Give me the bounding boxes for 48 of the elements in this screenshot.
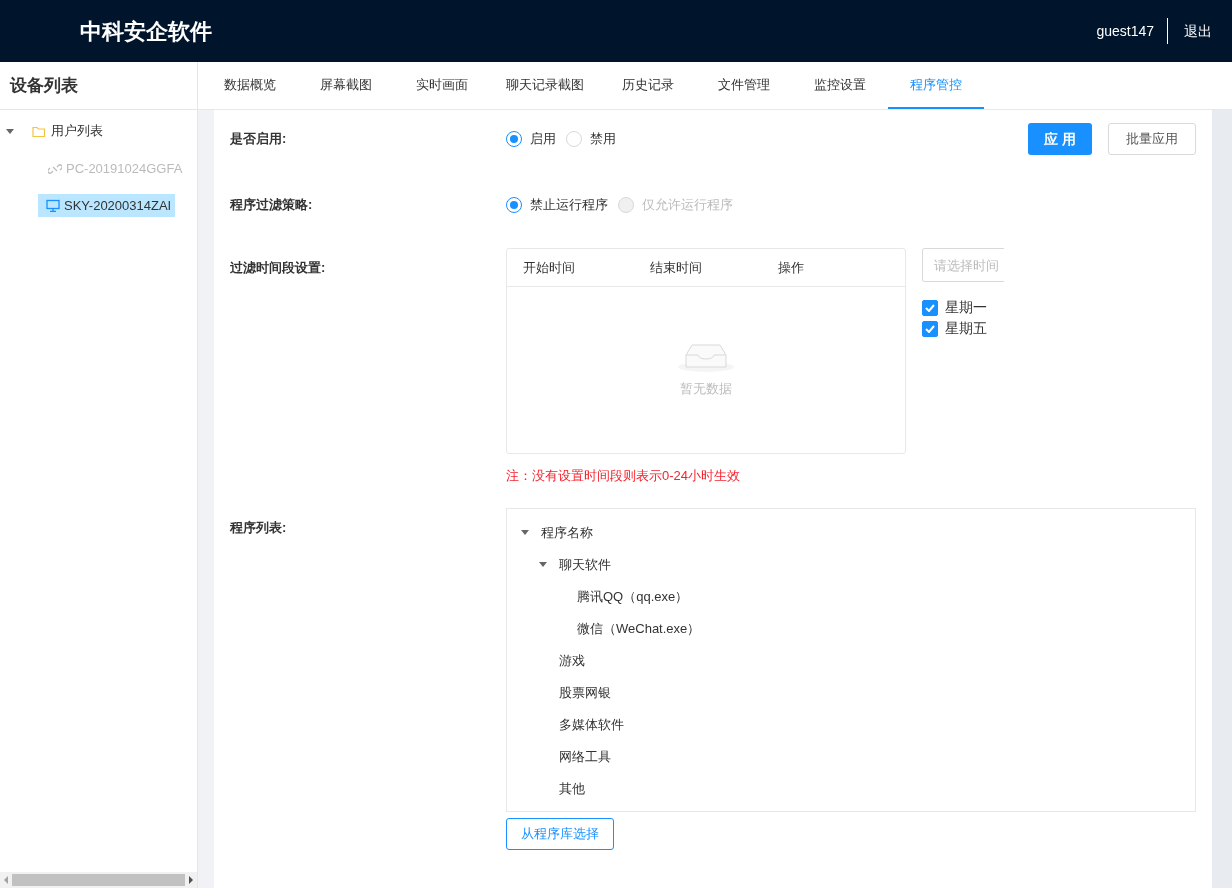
tab[interactable]: 屏幕截图	[298, 62, 394, 109]
checkmark-icon	[925, 303, 935, 312]
unlinked-icon	[48, 161, 62, 176]
app-title: 中科安企软件	[80, 17, 212, 46]
checkmark-icon	[925, 324, 935, 333]
column-header: 结束时间	[650, 258, 704, 277]
tree-item[interactable]: 程序名称	[541, 522, 593, 543]
tab[interactable]: 历史记录	[600, 62, 696, 109]
column-header: 开始时间	[523, 258, 576, 277]
folder-icon	[32, 124, 46, 138]
radio-option[interactable]: 禁止运行程序	[506, 195, 608, 215]
field-label: 过滤时间段设置:	[230, 259, 327, 277]
note-text: 注：没有设置时间段则表示0-24小时生效	[506, 467, 742, 485]
username: guest147	[1096, 18, 1168, 44]
tree-item[interactable]: 腾讯QQ（qq.exe）	[577, 586, 689, 607]
tree-item[interactable]: 微信（WeChat.exe）	[577, 618, 701, 639]
tree-item[interactable]: 多媒体软件	[559, 714, 624, 735]
tree-item[interactable]: 聊天软件	[559, 554, 611, 575]
tab[interactable]: 数据概览	[202, 62, 298, 109]
horizontal-scrollbar[interactable]	[0, 872, 197, 888]
device-item[interactable]: SKY-20200314ZAI	[38, 193, 176, 217]
batch-apply-button[interactable]: 批量应用	[1108, 123, 1196, 155]
sidebar-title: 设备列表	[0, 62, 197, 110]
tab[interactable]: 文件管理	[696, 62, 792, 109]
empty-inbox-icon	[678, 341, 734, 374]
radio-option[interactable]: 禁用	[566, 129, 616, 149]
tab[interactable]: 聊天记录截图	[490, 62, 600, 109]
field-label: 是否启用:	[230, 130, 288, 149]
weekday-checkbox[interactable]: 星期五	[922, 318, 1004, 339]
monitor-icon	[46, 198, 60, 212]
caret-icon[interactable]	[6, 128, 14, 134]
field-label: 程序过滤策略:	[230, 196, 314, 215]
weekday-checkbox[interactable]: 星期一	[922, 297, 1004, 318]
radio-option[interactable]: 启用	[506, 129, 556, 149]
tree-item[interactable]: 其他	[559, 778, 585, 799]
empty-message: 暂无数据	[680, 380, 732, 399]
tree-item[interactable]: 游戏	[559, 650, 585, 671]
tree-item[interactable]: 网络工具	[559, 746, 611, 767]
field-label: 程序列表:	[230, 518, 288, 537]
caret-icon[interactable]	[521, 530, 529, 535]
tree-item[interactable]: 用户列表	[51, 121, 103, 141]
time-picker[interactable]: 请选择时间	[922, 248, 1004, 282]
logout-link[interactable]: 退出	[1184, 20, 1212, 42]
caret-icon[interactable]	[539, 562, 547, 567]
tab[interactable]: 实时画面	[394, 62, 490, 109]
tab[interactable]: 监控设置	[792, 62, 888, 109]
tree-item[interactable]: 股票网银	[559, 682, 611, 703]
column-header: 操作	[777, 258, 805, 277]
